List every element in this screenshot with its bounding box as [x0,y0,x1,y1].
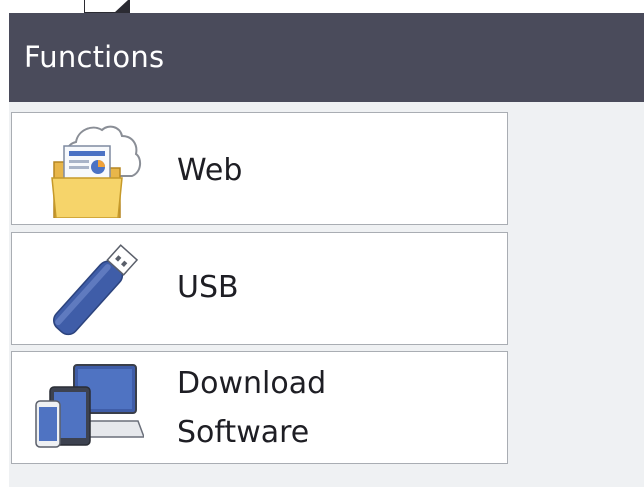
menu-item-label-line1: Download [177,366,327,401]
menu-item-label: Web [177,153,243,188]
functions-menu: Web USB Download Software [9,102,644,487]
header-bar: Functions [9,13,644,102]
menu-item-download-software[interactable]: Download Software [11,351,508,464]
menu-item-label-line2: Software [177,415,310,450]
web-cloud-folder-icon [51,125,142,218]
devices-download-icon [35,364,144,448]
menu-item-web[interactable]: Web [11,112,508,225]
top-strip [0,0,644,14]
usb-drive-icon [52,244,139,336]
page-title: Functions [24,40,165,74]
menu-item-label: USB [177,270,239,305]
edit-icon [84,0,130,13]
menu-item-label: Download Software [177,359,326,457]
menu-item-usb[interactable]: USB [11,232,508,345]
